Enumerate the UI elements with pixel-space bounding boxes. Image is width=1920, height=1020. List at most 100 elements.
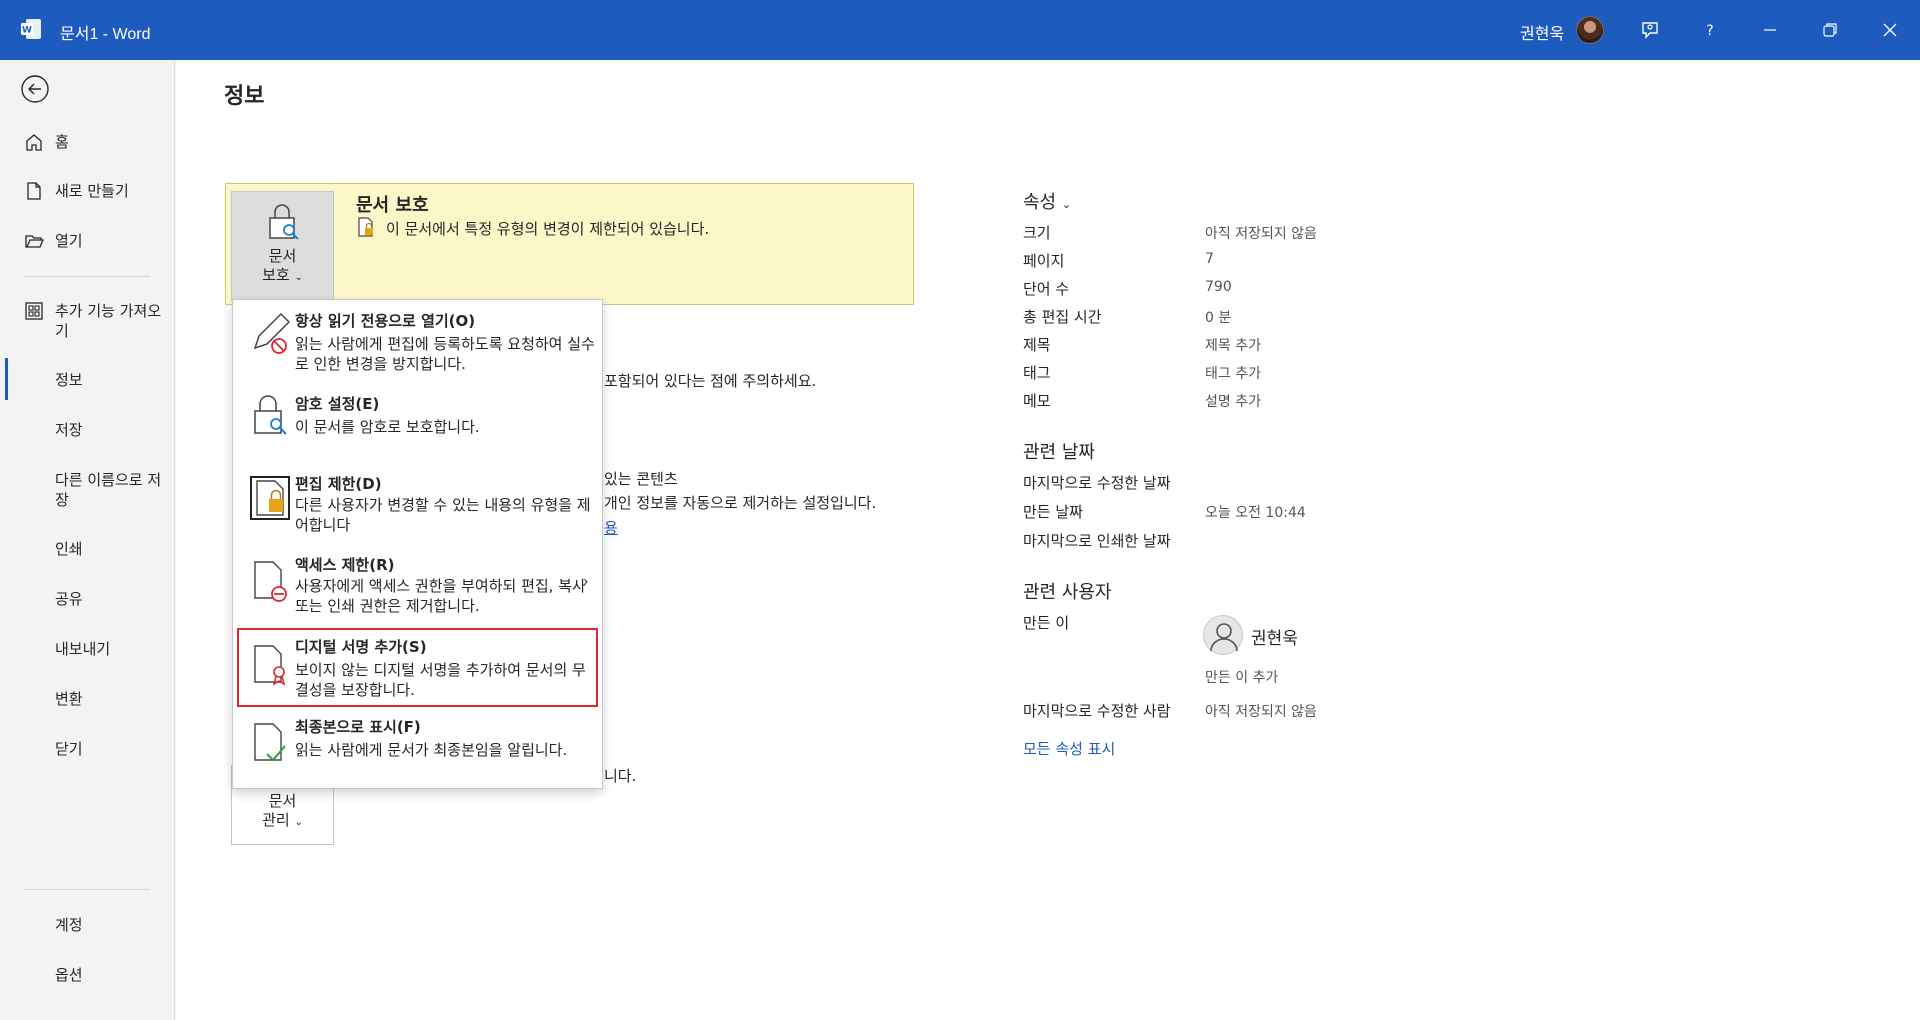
sidebar-item-add-ins[interactable]: 추가 기능 가져오기 <box>0 301 175 341</box>
prop-value-title[interactable]: 제목 추가 <box>1205 335 1261 355</box>
protect-label-line2: 보호 ⌄ <box>232 266 333 287</box>
menu-item-desc: 다른 사용자가 변경할 수 있는 내용의 유형을 제어합니다 <box>295 496 591 534</box>
sidebar-item-save-as[interactable]: 다른 이름으로 저장 <box>0 470 175 510</box>
prop-label-title: 제목 <box>1023 336 1051 354</box>
doc-check-icon <box>254 723 286 762</box>
sidebar-item-options[interactable]: 옵션 <box>0 965 175 987</box>
home-icon <box>26 134 42 151</box>
menu-item-encrypt-password[interactable]: 암호 설정(E) 이 문서를 암호로 보호합니다. <box>233 385 602 457</box>
prop-label-last-printed: 마지막으로 인쇄한 날짜 <box>1023 532 1171 550</box>
help-icon: ? <box>1706 23 1713 39</box>
doc-lock-icon <box>250 476 290 520</box>
prop-label-pages: 페이지 <box>1023 252 1065 270</box>
account-name[interactable]: 권현욱 <box>1520 20 1564 44</box>
minimize-icon <box>1764 29 1776 31</box>
protect-label-line1: 문서 <box>268 247 297 265</box>
menu-item-title: 암호 설정(E) <box>295 395 380 413</box>
show-all-properties-link[interactable]: 모든 속성 표시 <box>1023 738 1115 759</box>
protect-button-label: 문서 보호 ⌄ <box>232 247 333 287</box>
close-icon <box>1883 23 1897 37</box>
add-author-link[interactable]: 만든 이 추가 <box>1205 667 1278 687</box>
people-heading: 관련 사용자 <box>1023 582 1112 603</box>
privacy-setting-fragment: 개인 정보를 자동으로 제거하는 설정입니다. <box>604 494 877 512</box>
dates-heading: 관련 날짜 <box>1023 442 1095 463</box>
properties-heading-text: 속성 <box>1023 192 1057 213</box>
sidebar-item-export[interactable]: 내보내기 <box>0 639 175 661</box>
pencil-no-icon <box>253 312 291 354</box>
sidebar-item-label: 인쇄 <box>55 540 83 558</box>
menu-item-title: 최종본으로 표시(F) <box>295 718 421 736</box>
author-avatar <box>1203 615 1243 655</box>
menu-item-restrict-editing[interactable]: 편집 제한(D) 다른 사용자가 변경할 수 있는 내용의 유형을 제어합니다 <box>233 465 602 543</box>
sidebar-item-label: 변환 <box>55 690 83 708</box>
sidebar-item-label: 옵션 <box>55 966 83 984</box>
prop-value-last-modified-by: 아직 저장되지 않음 <box>1205 704 1317 720</box>
menu-item-desc: 보이지 않는 디지털 서명을 추가하여 문서의 무결성을 보장합니다. <box>295 661 586 699</box>
lock-search-icon <box>269 204 299 240</box>
svg-text:?: ? <box>1706 23 1713 39</box>
sidebar-item-new[interactable]: 새로 만들기 <box>0 181 175 203</box>
sidebar-item-home[interactable]: 홈 <box>0 132 175 154</box>
doc-lock-icon <box>358 217 373 237</box>
menu-item-title: 액세스 제한(R) <box>295 556 395 574</box>
sidebar-item-label: 새로 만들기 <box>55 182 129 200</box>
menu-item-mark-as-final[interactable]: 최종본으로 표시(F) 읽는 사람에게 문서가 최종본임을 알립니다. <box>233 710 602 785</box>
menu-item-restrict-access[interactable]: 액세스 제한(R) 사용자에게 액세스 권한을 부여하되 편집, 복사 또는 인… <box>233 548 602 620</box>
sidebar-item-open[interactable]: 열기 <box>0 231 175 253</box>
privacy-link-fragment[interactable]: 용 <box>604 517 618 538</box>
account-avatar[interactable] <box>1576 16 1604 44</box>
sidebar-item-save[interactable]: 저장 <box>0 420 175 442</box>
sidebar-item-transform[interactable]: 변환 <box>0 689 175 711</box>
sidebar-item-label: 다른 이름으로 저장 <box>55 471 162 509</box>
feedback-button[interactable] <box>1620 0 1680 60</box>
manage-button-label: 문서 관리 ⌄ <box>232 792 333 832</box>
close-button[interactable] <box>1860 0 1920 60</box>
menu-item-add-digital-signature[interactable]: 디지털 서명 추가(S) 보이지 않는 디지털 서명을 추가하여 문서의 무결성… <box>233 630 602 705</box>
sidebar-item-label: 정보 <box>55 371 83 389</box>
prop-label-comments: 메모 <box>1023 392 1051 410</box>
protect-description: 이 문서에서 특정 유형의 변경이 제한되어 있습니다. <box>386 220 710 238</box>
help-button[interactable]: ? <box>1680 0 1740 60</box>
minimize-button[interactable] <box>1740 0 1800 60</box>
sidebar-divider <box>24 276 150 277</box>
sidebar-item-share[interactable]: 공유 <box>0 589 175 611</box>
sidebar-item-label: 열기 <box>55 232 83 250</box>
menu-item-title: 항상 읽기 전용으로 열기(O) <box>295 312 476 330</box>
prop-label-size: 크기 <box>1023 224 1051 242</box>
menu-item-desc: 읽는 사람에게 편집에 등록하도록 요청하여 실수로 인한 변경을 방지합니다. <box>295 335 595 373</box>
author-name[interactable]: 권현욱 <box>1251 624 1298 649</box>
menu-item-desc: 읽는 사람에게 문서가 최종본임을 알립니다. <box>295 741 568 759</box>
menu-item-desc: 사용자에게 액세스 권한을 부여하되 편집, 복사 또는 인쇄 권한은 제거합니… <box>295 577 586 615</box>
sidebar-item-close[interactable]: 닫기 <box>0 739 175 761</box>
protect-heading: 문서 보호 <box>356 195 429 216</box>
title-bar: W 문서1 - Word 권현욱 ? <box>0 0 1920 60</box>
add-ins-icon <box>25 302 43 320</box>
doc-ribbon-icon <box>254 645 286 686</box>
sidebar-item-info[interactable]: 정보 <box>0 370 175 392</box>
sidebar-item-label: 저장 <box>55 421 83 439</box>
manage-label-text: 관리 <box>262 811 290 829</box>
restore-icon <box>1823 23 1837 37</box>
protect-document-button[interactable]: 문서 보호 ⌄ <box>231 191 334 301</box>
doc-block-icon <box>254 561 287 602</box>
inspect-description-fragment: 포함되어 있다는 점에 주의하세요. <box>604 372 817 390</box>
backstage-sidebar: 홈 새로 만들기 열기 추가 기능 가져오기 정보 저장 다른 이름으로 저장 … <box>0 60 175 1020</box>
properties-heading[interactable]: 속성 ⌄ <box>1023 188 1071 214</box>
menu-item-desc: 이 문서를 암호로 보호합니다. <box>295 418 480 436</box>
prop-value-comments[interactable]: 설명 추가 <box>1205 391 1261 411</box>
restore-button[interactable] <box>1800 0 1860 60</box>
sidebar-item-account[interactable]: 계정 <box>0 915 175 937</box>
sidebar-divider <box>24 889 150 890</box>
prop-label-edit-time: 총 편집 시간 <box>1023 308 1102 326</box>
sidebar-item-print[interactable]: 인쇄 <box>0 539 175 561</box>
prop-value-tags[interactable]: 태그 추가 <box>1205 363 1261 383</box>
window-title: 문서1 - Word <box>60 26 151 43</box>
protect-label-text: 보호 <box>262 266 290 284</box>
back-arrow-icon[interactable] <box>20 74 50 104</box>
prop-label-created: 만든 날짜 <box>1023 503 1083 521</box>
prop-value-size: 아직 저장되지 않음 <box>1205 226 1317 242</box>
sidebar-item-label: 내보내기 <box>55 640 111 658</box>
protect-document-menu: 항상 읽기 전용으로 열기(O) 읽는 사람에게 편집에 등록하도록 요청하여 … <box>232 299 603 789</box>
menu-item-read-only[interactable]: 항상 읽기 전용으로 열기(O) 읽는 사람에게 편집에 등록하도록 요청하여 … <box>233 300 602 380</box>
prop-value-created: 오늘 오전 10:44 <box>1205 505 1306 521</box>
